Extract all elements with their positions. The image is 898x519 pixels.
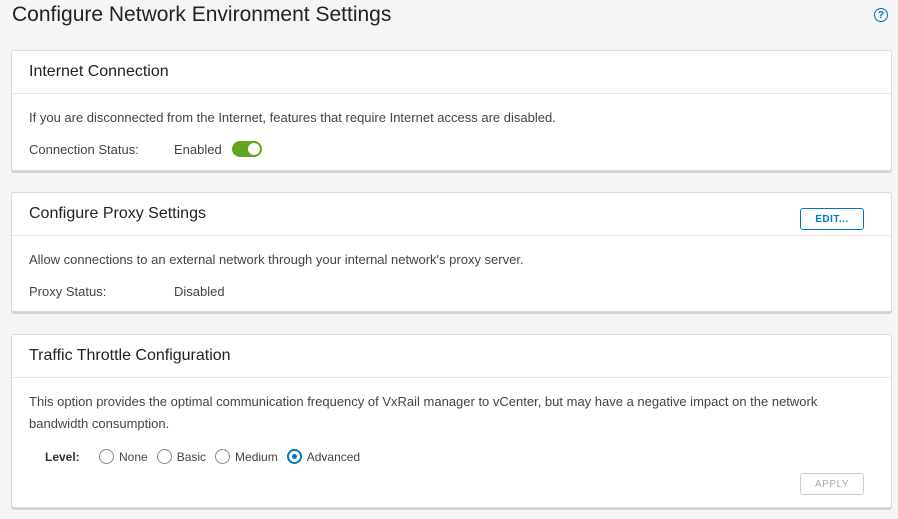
radio-advanced[interactable]	[286, 449, 302, 464]
connection-status-row: Connection Status: Enabled	[29, 139, 874, 159]
radio-none[interactable]	[99, 449, 114, 464]
traffic-throttle-description: This option provides the optimal communi…	[29, 394, 818, 431]
connection-status-value: Enabled	[174, 141, 222, 157]
traffic-throttle-title: Traffic Throttle Configuration	[12, 335, 891, 378]
proxy-settings-card: Configure Proxy Settings EDIT... Allow c…	[11, 192, 892, 312]
proxy-status-value: Disabled	[174, 283, 225, 299]
traffic-throttle-body: This option provides the optimal communi…	[12, 378, 891, 464]
proxy-description: Allow connections to an external network…	[29, 252, 524, 267]
radio-medium[interactable]	[215, 449, 231, 464]
level-option-advanced[interactable]: Advanced	[286, 449, 361, 464]
proxy-status-row: Proxy Status: Disabled	[29, 281, 874, 301]
radio-basic[interactable]	[156, 449, 172, 464]
proxy-settings-title: Configure Proxy Settings	[12, 193, 891, 236]
internet-connection-title: Internet Connection	[12, 51, 891, 94]
connection-status-label: Connection Status:	[29, 141, 139, 157]
level-option-label: None	[119, 449, 148, 464]
proxy-status-label: Proxy Status:	[29, 283, 107, 299]
apply-button[interactable]: APPLY	[800, 473, 864, 495]
level-option-none[interactable]: None	[99, 449, 148, 464]
internet-connection-card: Internet Connection If you are disconnec…	[11, 50, 892, 171]
connection-toggle[interactable]	[231, 141, 262, 157]
level-option-medium[interactable]: Medium	[215, 449, 278, 464]
internet-connection-body: If you are disconnected from the Interne…	[12, 94, 891, 159]
level-label: Level:	[45, 449, 80, 464]
level-option-label: Medium	[235, 449, 278, 464]
level-option-label: Advanced	[306, 449, 361, 464]
page-title: Configure Network Environment Settings	[12, 3, 392, 26]
edit-proxy-button[interactable]: EDIT...	[800, 208, 864, 230]
level-option-basic[interactable]: Basic	[156, 449, 207, 464]
proxy-settings-body: Allow connections to an external network…	[12, 236, 891, 301]
help-icon[interactable]: ?	[874, 8, 888, 22]
level-radio-group: Level: None Basic Medium Advanced	[29, 449, 874, 464]
traffic-throttle-card: Traffic Throttle Configuration This opti…	[11, 334, 892, 508]
internet-connection-description: If you are disconnected from the Interne…	[29, 110, 556, 125]
level-option-label: Basic	[176, 449, 207, 464]
